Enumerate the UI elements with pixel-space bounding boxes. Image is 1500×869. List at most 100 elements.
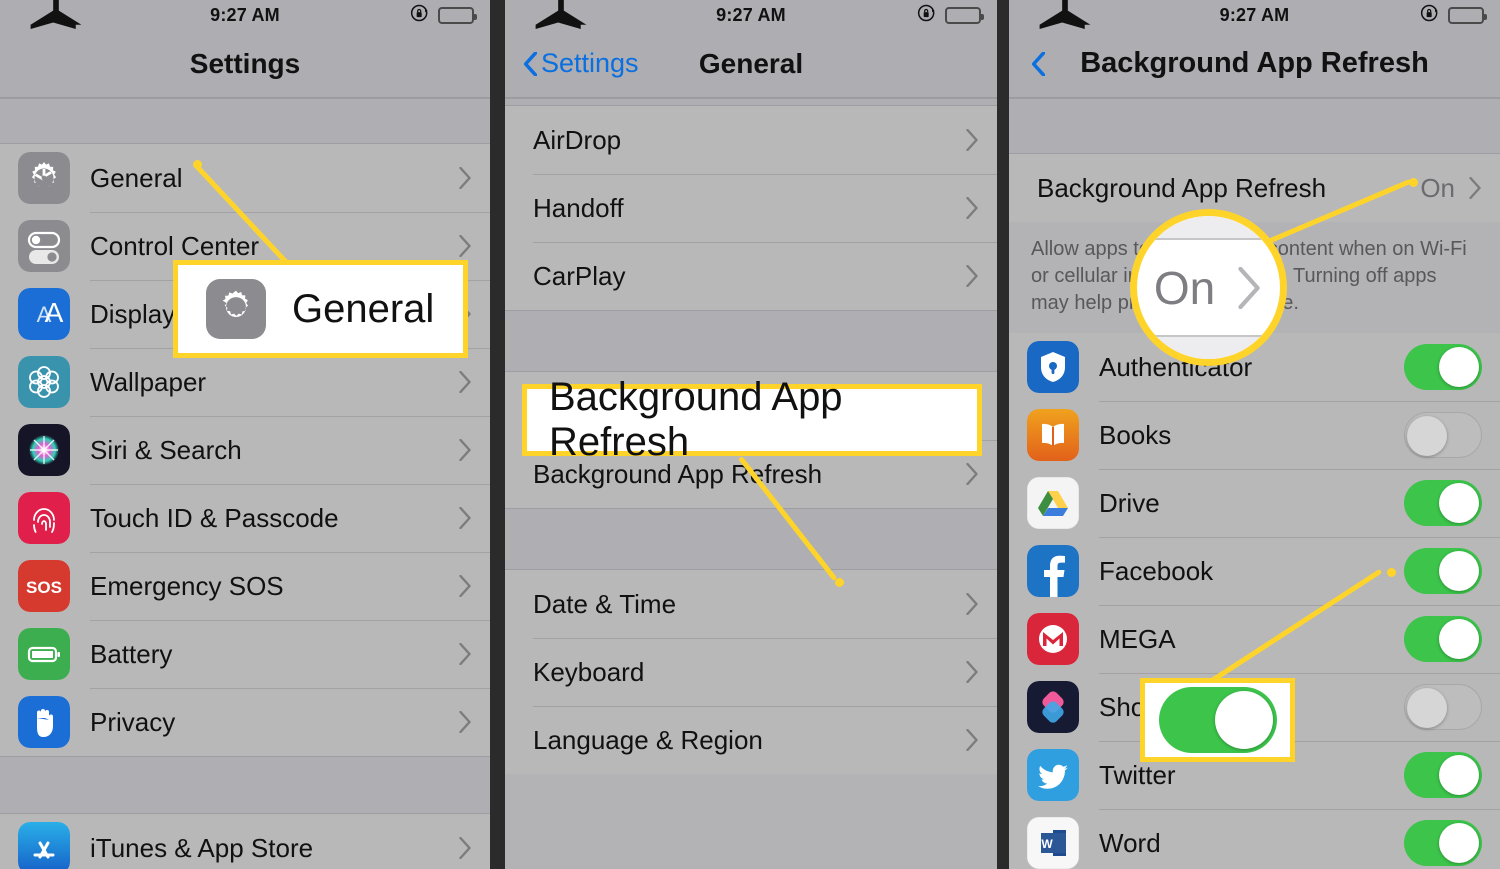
general-list-group-3: Date & Time Keyboard Language & Region <box>505 570 997 774</box>
back-button-settings[interactable]: Settings <box>523 48 639 79</box>
svg-text:A: A <box>45 297 64 328</box>
toggle-switch[interactable] <box>1404 616 1482 662</box>
battery-full-icon <box>945 6 984 24</box>
rotation-lock-icon <box>1420 3 1440 28</box>
list-gap-2 <box>0 756 490 814</box>
nav-bar-general: Settings General <box>505 30 997 98</box>
callout-circle-value: On <box>1153 261 1216 314</box>
general-row-airdrop[interactable]: AirDrop <box>505 106 997 174</box>
display-brightness-icon: AA <box>18 288 70 340</box>
settings-row-emergency-sos[interactable]: SOS Emergency SOS <box>0 552 490 620</box>
chevron-right-icon <box>459 643 471 665</box>
chevron-right-icon <box>966 661 978 683</box>
annotation-dot <box>835 578 844 587</box>
settings-row-battery[interactable]: Battery <box>0 620 490 688</box>
word-icon: W <box>1027 817 1079 869</box>
rotation-lock-icon <box>917 3 937 28</box>
row-label: Keyboard <box>533 656 645 687</box>
iphone-screen-settings: 9:27 AM Settings General Control Center … <box>0 0 490 869</box>
chevron-left-icon <box>1031 51 1045 76</box>
screenshot-root: 9:27 AM Settings General Control Center … <box>0 0 1500 869</box>
control-center-icon <box>18 220 70 272</box>
status-bar-mid: 9:27 AM <box>505 0 997 43</box>
general-row-keyboard[interactable]: Keyboard <box>505 638 997 706</box>
settings-row-wallpaper[interactable]: Wallpaper <box>0 348 490 416</box>
settings-list: General Control Center AA Display Wallpa… <box>0 144 490 756</box>
back-button-label: Settings <box>541 48 639 78</box>
general-row-carplay[interactable]: CarPlay <box>505 242 997 310</box>
toggle-switch[interactable] <box>1404 752 1482 798</box>
books-icon <box>1027 409 1079 461</box>
status-time: 9:27 AM <box>210 4 280 25</box>
gear-icon <box>206 279 266 339</box>
app-row-facebook[interactable]: Facebook <box>1009 537 1500 605</box>
shortcuts-icon <box>1027 681 1079 733</box>
row-label: iTunes & App Store <box>90 832 314 863</box>
app-label: Word <box>1099 827 1161 858</box>
settings-row-touch-id-passcode[interactable]: Touch ID & Passcode <box>0 484 490 552</box>
general-row-handoff[interactable]: Handoff <box>505 174 997 242</box>
status-time: 9:27 AM <box>716 4 786 25</box>
chevron-left-icon <box>523 51 537 76</box>
app-label: Twitter <box>1099 759 1176 790</box>
row-label: Emergency SOS <box>90 570 284 601</box>
row-label: Touch ID & Passcode <box>90 502 339 533</box>
settings-row-general[interactable]: General <box>0 144 490 212</box>
toggle-switch[interactable] <box>1404 684 1482 730</box>
app-toggle-list: Authenticator Books Drive Facebook MEGA … <box>1009 333 1500 869</box>
google-drive-icon <box>1027 477 1079 529</box>
toggle-switch[interactable] <box>1404 344 1482 390</box>
chevron-right-icon <box>459 507 471 529</box>
chevron-right-icon <box>459 439 471 461</box>
row-background-app-refresh-master[interactable]: Background App Refresh On <box>1009 154 1500 222</box>
callout-bar-label: Background App Refresh <box>549 375 843 464</box>
app-store-icon <box>18 822 70 869</box>
authenticator-icon <box>1027 341 1079 393</box>
app-label: Drive <box>1099 487 1160 518</box>
app-row-drive[interactable]: Drive <box>1009 469 1500 537</box>
chevron-right-icon <box>459 371 471 393</box>
chevron-right-icon <box>966 265 978 287</box>
battery-icon <box>18 628 70 680</box>
app-row-mega[interactable]: MEGA <box>1009 605 1500 673</box>
app-row-word[interactable]: W Word <box>1009 809 1500 869</box>
row-label: Privacy <box>90 706 176 737</box>
toggle-switch[interactable] <box>1404 548 1482 594</box>
row-label: Handoff <box>533 192 624 223</box>
chevron-right-icon <box>459 575 471 597</box>
facebook-icon <box>1027 545 1079 597</box>
settings-row-itunes-app-store[interactable]: iTunes & App Store <box>0 814 490 869</box>
touch-id-icon <box>18 492 70 544</box>
list-gap <box>505 98 997 106</box>
app-label: MEGA <box>1099 623 1176 654</box>
back-button[interactable] <box>1031 51 1045 76</box>
nav-bar-bgapprefresh: Background App Refresh <box>1009 30 1500 98</box>
rotation-lock-icon <box>410 3 430 28</box>
iphone-screen-bgapprefresh: 9:27 AM Background App Refresh Backgroun… <box>1009 0 1500 869</box>
settings-row-privacy[interactable]: Privacy <box>0 688 490 756</box>
toggle-switch[interactable] <box>1404 412 1482 458</box>
iphone-screen-general: 9:27 AM Settings General AirDrop Handoff… <box>505 0 997 869</box>
app-row-books[interactable]: Books <box>1009 401 1500 469</box>
callout-circle-on: On <box>1130 209 1287 366</box>
chevron-right-icon <box>966 593 978 615</box>
callout-general: General <box>173 260 468 358</box>
general-row-language-region[interactable]: Language & Region <box>505 706 997 774</box>
svg-text:SOS: SOS <box>26 578 62 597</box>
toggle-switch[interactable] <box>1404 820 1482 866</box>
settings-row-siri-search[interactable]: Siri & Search <box>0 416 490 484</box>
toggle-switch[interactable] <box>1404 480 1482 526</box>
status-bar-right: 9:27 AM <box>1009 0 1500 43</box>
list-gap <box>0 98 490 144</box>
list-gap-2 <box>505 310 997 372</box>
chevron-right-icon <box>966 129 978 151</box>
chevron-right-icon <box>459 711 471 733</box>
general-row-date-time[interactable]: Date & Time <box>505 570 997 638</box>
chevron-right-icon <box>459 235 471 257</box>
twitter-icon <box>1027 749 1079 801</box>
svg-text:W: W <box>1041 837 1053 851</box>
settings-list-2: iTunes & App Store <box>0 814 490 869</box>
chevron-right-icon <box>966 197 978 219</box>
chevron-right-icon <box>966 729 978 751</box>
toggle-switch-callout[interactable] <box>1158 687 1277 753</box>
